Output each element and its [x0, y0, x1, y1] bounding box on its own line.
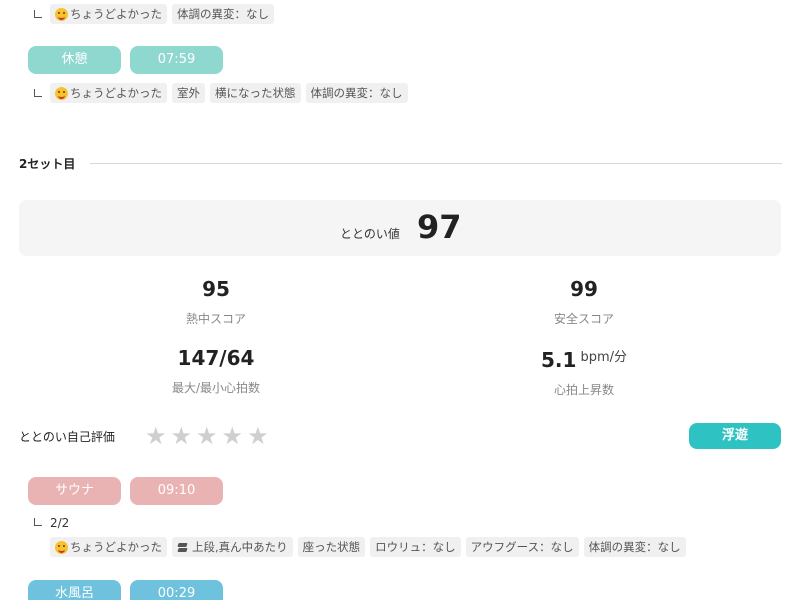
tree-connector — [34, 518, 42, 526]
tag-feeling: ちょうどよかった — [50, 537, 167, 557]
heat-score-label: 熱中スコア — [185, 312, 246, 326]
cold-bath-time-pill: 00:29 — [130, 580, 223, 600]
tag-feeling: ちょうどよかった — [50, 83, 167, 103]
totonoi-value: 97 — [417, 208, 462, 246]
grinning-face-icon — [55, 540, 68, 554]
tag-loyly: ロウリュ：なし — [370, 537, 461, 557]
rest-label-pill: 休憩 — [28, 46, 121, 74]
sauna-set-count: 2/2 — [50, 516, 70, 530]
totonoi-score-box — [19, 200, 781, 256]
star-icon[interactable]: ★ — [247, 422, 269, 450]
set2-title: 2セット目 — [19, 157, 76, 171]
heart-rate: 147/64 最大/最小心拍数 — [96, 346, 336, 396]
sauna-tags-row: ちょうどよかった 上段,真ん中あたり 座った状態 ロウリュ：なし アウフグース：… — [50, 537, 686, 557]
sauna-time-pill: 09:10 — [130, 477, 223, 505]
hr-rise-value-row: 5.1 bpm/分 — [464, 346, 704, 372]
tag-posture: 横になった状態 — [210, 83, 301, 103]
tag-location: 室外 — [172, 83, 205, 103]
hr-rise-label: 心拍上昇数 — [553, 383, 614, 397]
star-icon[interactable]: ★ — [171, 422, 193, 450]
cold-bath-label-pill: 水風呂 — [28, 580, 121, 600]
tag-posture: 座った状態 — [297, 537, 366, 557]
rest-tags-row: ちょうどよかった 室外 横になった状態 体調の異変：なし — [50, 83, 408, 103]
star-icon[interactable]: ★ — [196, 422, 218, 450]
tag-seat-position: 上段,真ん中あたり — [172, 537, 293, 557]
star-icon[interactable]: ★ — [222, 422, 244, 450]
layers-icon — [177, 541, 189, 553]
self-eval-stars[interactable]: ★ ★ ★ ★ ★ — [145, 422, 269, 450]
tag-condition: 体調の異変：なし — [583, 537, 686, 557]
tag-condition: 体調の異変：なし — [305, 83, 408, 103]
hr-rise: 5.1 bpm/分 心拍上昇数 — [464, 346, 704, 398]
section-divider — [90, 163, 782, 164]
hr-rise-value: 5.1 — [541, 348, 577, 372]
status-button[interactable]: 浮遊 — [689, 423, 781, 449]
tag-condition: 体調の異変：なし — [172, 4, 274, 24]
heat-score: 95 熱中スコア — [96, 277, 336, 327]
set1-tags-row: ちょうどよかった 体調の異変：なし — [50, 4, 274, 24]
totonoi-label: ととのい値 — [340, 227, 400, 241]
star-icon[interactable]: ★ — [145, 422, 167, 450]
safety-score: 99 安全スコア — [464, 277, 704, 327]
sauna-label-pill: サウナ — [28, 477, 121, 505]
tree-connector — [34, 10, 42, 18]
tag-aufguss: アウフグース：なし — [465, 537, 579, 557]
grinning-face-icon — [55, 86, 68, 100]
heart-rate-value: 147/64 — [177, 346, 255, 370]
tree-connector — [34, 89, 42, 97]
grinning-face-icon — [55, 7, 68, 21]
safety-score-label: 安全スコア — [553, 312, 614, 326]
heat-score-value: 95 — [202, 277, 230, 301]
heart-rate-label: 最大/最小心拍数 — [171, 381, 261, 395]
hr-rise-unit: bpm/分 — [580, 350, 627, 365]
rest-time-pill: 07:59 — [130, 46, 223, 74]
self-eval-label: ととのい自己評価 — [19, 430, 115, 444]
safety-score-value: 99 — [570, 277, 598, 301]
tag-feeling: ちょうどよかった — [50, 4, 167, 24]
